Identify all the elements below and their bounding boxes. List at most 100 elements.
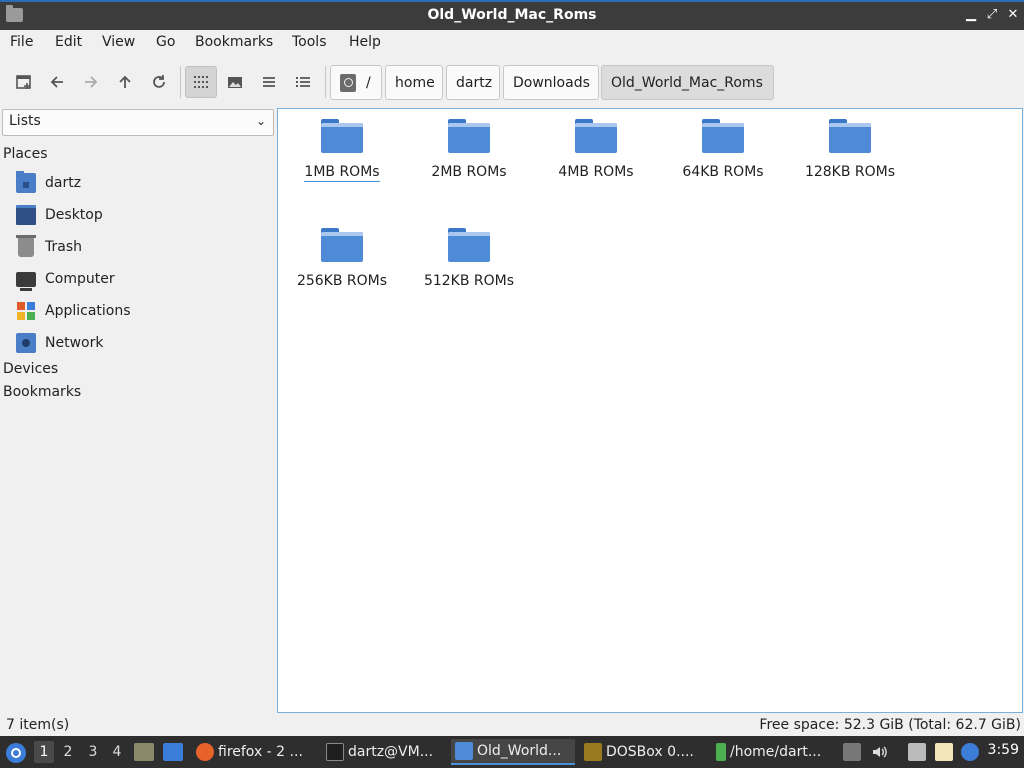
close-button[interactable]: ✕	[1004, 6, 1022, 24]
file-view[interactable]: 1MB ROMs 2MB ROMs 4MB ROMs 64KB ROMs 128…	[277, 108, 1023, 713]
reload-button[interactable]	[143, 66, 175, 98]
dosbox-icon	[584, 743, 602, 761]
menu-file[interactable]: File	[10, 34, 33, 50]
menu-tools[interactable]: Tools	[292, 34, 327, 50]
file-manager-launcher-icon[interactable]	[134, 743, 154, 761]
home-folder-icon	[16, 171, 36, 193]
side-pane-mode-label: Lists	[9, 113, 41, 129]
drive-icon	[340, 73, 356, 92]
editor-icon	[716, 743, 726, 761]
folder-icon	[321, 119, 363, 153]
menu-help[interactable]: Help	[349, 34, 381, 50]
detailed-list-view-button[interactable]	[287, 66, 319, 98]
arrow-right-icon	[85, 76, 98, 88]
thumbnail-view-button[interactable]	[219, 66, 251, 98]
side-pane-mode-select[interactable]: Lists ⌄	[2, 109, 274, 136]
folder-name: 4MB ROMs	[558, 164, 634, 180]
places-section-label[interactable]: Places	[3, 146, 48, 162]
window-titlebar: Old_World_Mac_Roms ▁ ⤢ ✕	[0, 0, 1024, 30]
sidebar-item-desktop[interactable]: Desktop	[16, 202, 103, 228]
task-firefox[interactable]: firefox - 2 ...	[192, 739, 316, 765]
workspace-3[interactable]: 3	[83, 741, 103, 763]
folder-item[interactable]: 128KB ROMs	[788, 109, 912, 189]
sidebar-item-network[interactable]: Network	[16, 330, 103, 356]
free-space: Free space: 52.3 GiB (Total: 62.7 GiB)	[759, 717, 1021, 733]
volume-icon[interactable]	[871, 743, 889, 761]
breadcrumb-downloads[interactable]: Downloads	[503, 65, 599, 100]
toolbar-separator	[180, 66, 181, 98]
desktop-icon	[16, 205, 36, 225]
task-terminal[interactable]: dartz@VM...	[322, 739, 446, 765]
sidebar-item-applications[interactable]: Applications	[16, 298, 131, 324]
folder-item[interactable]: 4MB ROMs	[534, 109, 658, 189]
folder-name: 1MB ROMs	[304, 164, 380, 182]
back-button[interactable]	[41, 66, 73, 98]
applications-icon	[16, 301, 36, 321]
folder-item[interactable]: 512KB ROMs	[407, 218, 531, 298]
workspace-4[interactable]: 4	[107, 741, 127, 763]
trash-icon	[16, 235, 36, 257]
breadcrumb-dartz[interactable]: dartz	[446, 65, 500, 100]
sidebar-item-trash[interactable]: Trash	[16, 234, 82, 260]
folder-name: 64KB ROMs	[682, 164, 764, 180]
task-editor[interactable]: /home/dart...	[712, 739, 836, 765]
sidebar-item-label: Trash	[45, 239, 82, 255]
task-label: /home/dart...	[730, 744, 822, 760]
clipboard-icon[interactable]	[935, 743, 953, 761]
folder-icon	[448, 119, 490, 153]
notification-icon[interactable]	[961, 743, 979, 761]
task-label: dartz@VM...	[348, 744, 434, 760]
menu-bookmarks[interactable]: Bookmarks	[195, 34, 273, 50]
folder-icon	[455, 742, 473, 760]
minimize-button[interactable]: ▁	[962, 6, 980, 24]
up-button[interactable]	[109, 66, 141, 98]
eject-icon[interactable]	[843, 743, 861, 761]
folder-icon	[702, 119, 744, 153]
workspace-2[interactable]: 2	[58, 741, 78, 763]
sidebar-item-home[interactable]: dartz	[16, 170, 81, 196]
workspace-1[interactable]: 1	[34, 741, 54, 763]
menu-edit[interactable]: Edit	[55, 34, 82, 50]
menu-go[interactable]: Go	[156, 34, 175, 50]
breadcrumb-home[interactable]: home	[385, 65, 443, 100]
new-tab-icon	[16, 75, 31, 89]
toolbar-separator	[325, 66, 326, 98]
task-label: DOSBox 0....	[606, 744, 694, 760]
new-tab-button[interactable]	[8, 66, 40, 98]
task-dosbox[interactable]: DOSBox 0....	[580, 739, 704, 765]
maximize-button[interactable]: ⤢	[983, 6, 1001, 24]
sidebar-item-label: dartz	[45, 175, 82, 191]
folder-item[interactable]: 2MB ROMs	[407, 109, 531, 189]
network-icon	[16, 333, 36, 353]
folder-item[interactable]: 1MB ROMs	[280, 109, 404, 189]
breadcrumb-current-folder[interactable]: Old_World_Mac_Roms	[601, 65, 774, 100]
forward-button[interactable]	[75, 66, 107, 98]
breadcrumb-root-label: /	[366, 74, 371, 91]
network-tray-icon[interactable]	[908, 743, 926, 761]
menu-view[interactable]: View	[102, 34, 135, 50]
item-count: 7 item(s)	[6, 717, 70, 733]
devices-section-label[interactable]: Devices	[3, 361, 58, 377]
compact-view-button[interactable]	[253, 66, 285, 98]
taskbar: 1 2 3 4 firefox - 2 ... dartz@VM... Old_…	[0, 736, 1024, 768]
side-pane: Lists ⌄ Places dartz Desktop Trash Compu…	[0, 108, 276, 712]
clock[interactable]: 3:59	[988, 742, 1019, 758]
folder-item[interactable]: 64KB ROMs	[661, 109, 785, 189]
terminal-icon	[326, 743, 344, 761]
folder-item[interactable]: 256KB ROMs	[280, 218, 404, 298]
task-file-manager[interactable]: Old_World...	[451, 739, 575, 765]
arrow-up-icon	[119, 75, 131, 88]
window-title: Old_World_Mac_Roms	[427, 7, 597, 23]
folder-icon	[575, 119, 617, 153]
start-menu-icon[interactable]	[6, 743, 26, 763]
bookmarks-section-label[interactable]: Bookmarks	[3, 384, 81, 400]
detailed-list-icon	[296, 77, 310, 87]
sidebar-item-label: Network	[45, 335, 104, 351]
breadcrumb-root[interactable]: /	[330, 65, 382, 100]
arrow-left-icon	[50, 76, 63, 88]
folder-icon	[448, 228, 490, 262]
desktop-launcher-icon[interactable]	[163, 743, 183, 761]
icon-view-button[interactable]	[185, 66, 217, 98]
sidebar-item-computer[interactable]: Computer	[16, 266, 115, 292]
folder-icon	[829, 119, 871, 153]
